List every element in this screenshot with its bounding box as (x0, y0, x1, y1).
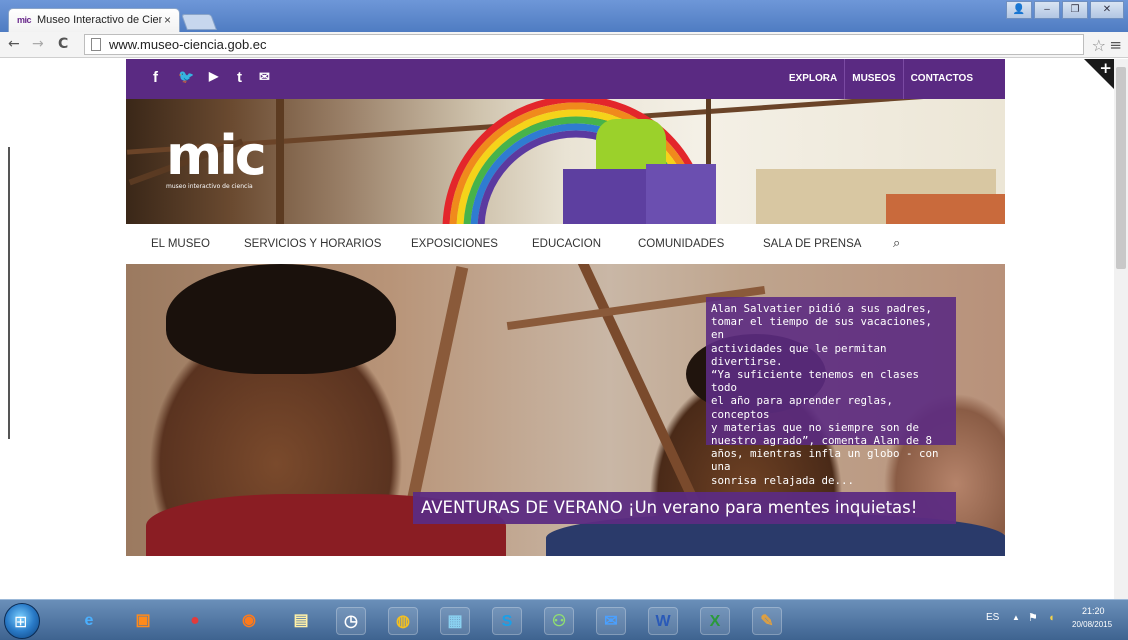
topnav-museos[interactable]: MUSEOS (844, 59, 902, 99)
paint-palette-icon[interactable]: ✎ (752, 607, 782, 635)
notepad-icon[interactable]: ▤ (286, 607, 316, 635)
firefox-icon[interactable]: ◉ (234, 607, 264, 635)
clock-date[interactable]: 20/08/2015 (1072, 620, 1112, 629)
clock-time[interactable]: 21:20 (1082, 606, 1105, 616)
reload-icon[interactable]: C (58, 36, 68, 52)
windows-taskbar: ⊞ e ▣ ● ◉ ▤ ◷ ◍ ▦ S ⚇ ✉ W X ✎ ES ▲ ⚑ ◖ 2… (0, 599, 1128, 640)
excel-icon[interactable]: X (700, 607, 730, 635)
topnav-explora[interactable]: EXPLORA (782, 59, 844, 99)
browser-menu-icon[interactable]: ≡ (1109, 36, 1122, 54)
new-tab-button[interactable] (181, 14, 217, 30)
quote-line: Alan Salvatier pidió a sus padres, (711, 302, 933, 315)
maximize-button[interactable]: ❐ (1062, 1, 1088, 19)
plus-icon[interactable]: + (1099, 59, 1112, 77)
sandbox-wall (886, 194, 1005, 224)
nav-exposiciones[interactable]: EXPOSICIONES (411, 238, 498, 250)
top-nav: EXPLORA MUSEOS CONTACTOS (782, 59, 1005, 99)
mail-icon[interactable]: ✉ (596, 607, 626, 635)
left-edge-line (8, 147, 10, 439)
quote-line: actividades que le permitan divertirse. (711, 341, 887, 368)
language-indicator[interactable]: ES (986, 612, 999, 623)
quote-line: y materias que no siempre son de (711, 420, 920, 434)
site-top-bar: f 🐦 ▶ t ✉ EXPLORA MUSEOS CONTACTOS (126, 59, 1005, 99)
minimize-button[interactable]: – (1034, 1, 1060, 19)
action-center-icon[interactable]: ⚑ (1028, 611, 1038, 624)
vertical-scrollbar[interactable] (1114, 59, 1128, 599)
user-profile-button[interactable]: 👤 (1006, 1, 1032, 19)
media-player-icon[interactable]: ▣ (128, 607, 158, 635)
site-favicon-icon: mic (17, 15, 32, 25)
internet-explorer-icon[interactable]: e (74, 607, 104, 635)
youtube-icon[interactable]: ▶ (209, 69, 218, 83)
quote-line: nuestro agrado”, comenta Alan de 8 (711, 434, 933, 448)
bookmark-star-icon[interactable]: ☆ (1092, 36, 1106, 55)
purple-panel (646, 164, 716, 224)
page-icon (91, 38, 101, 51)
system-tray: ES ▲ ⚑ ◖ 21:20 20/08/2015 (968, 600, 1128, 640)
url-text: www.museo-ciencia.gob.ec (109, 37, 267, 52)
start-button[interactable]: ⊞ (4, 603, 40, 639)
people-icon[interactable]: ⚇ (544, 607, 574, 635)
facebook-icon[interactable]: f (153, 69, 158, 86)
tray-expand-icon[interactable]: ▲ (1012, 613, 1020, 622)
paint-tool-icon[interactable]: ● (180, 607, 210, 635)
quote-line: “Ya suficiente tenemos en clases todo (711, 368, 920, 395)
file-explorer-icon[interactable]: ▦ (440, 607, 470, 635)
page-viewport: + f 🐦 ▶ t ✉ EXPLORA MUSEOS CONTACTOS mic… (0, 59, 1128, 599)
nav-el-museo[interactable]: EL MUSEO (151, 238, 210, 250)
quote-line: el año para aprender reglas, conceptos (711, 394, 894, 421)
skype-icon[interactable]: S (492, 607, 522, 635)
tab-close-icon[interactable]: × (164, 13, 171, 27)
email-icon[interactable]: ✉ (259, 69, 270, 85)
quote-line: sonrisa relajada de... (711, 473, 855, 487)
logo-text: mic (166, 124, 267, 187)
twitter-icon[interactable]: 🐦 (178, 69, 194, 85)
child-hair (166, 264, 396, 374)
nav-sala-de-prensa[interactable]: SALA DE PRENSA (763, 238, 861, 250)
topnav-contactos[interactable]: CONTACTOS (902, 59, 1005, 99)
logo-tagline: museo interactivo de ciencia (166, 183, 253, 190)
windows-logo-icon: ⊞ (14, 612, 28, 631)
search-icon[interactable]: ⌕ (893, 235, 900, 251)
hero-slide[interactable]: Alan Salvatier pidió a sus padres, tomar… (126, 264, 1005, 556)
nav-comunidades[interactable]: COMUNIDADES (638, 238, 724, 250)
chrome-icon[interactable]: ◍ (388, 607, 418, 635)
banner-post (276, 99, 284, 224)
clock-icon[interactable]: ◷ (336, 607, 366, 635)
back-arrow-icon[interactable]: ← (8, 36, 20, 52)
site-container: f 🐦 ▶ t ✉ EXPLORA MUSEOS CONTACTOS mic m… (126, 59, 1005, 556)
browser-toolbar: ← → C www.museo-ciencia.gob.ec ☆ ≡ (0, 32, 1128, 58)
tab-title: Museo Interactivo de Cien (37, 14, 162, 26)
browser-tab-strip: mic Museo Interactivo de Cien × 👤 – ❐ ✕ (0, 0, 1128, 32)
close-window-button[interactable]: ✕ (1090, 1, 1124, 19)
browser-tab[interactable]: mic Museo Interactivo de Cien × (8, 8, 180, 32)
tumblr-icon[interactable]: t (237, 69, 242, 86)
header-banner: mic museo interactivo de ciencia (126, 99, 1005, 224)
main-nav: EL MUSEO SERVICIOS Y HORARIOS EXPOSICION… (126, 224, 1005, 264)
volume-icon[interactable]: ◖ (1048, 612, 1055, 624)
forward-arrow-icon[interactable]: → (32, 36, 44, 52)
hero-quote-box: Alan Salvatier pidió a sus padres, tomar… (706, 297, 956, 487)
scrollbar-thumb[interactable] (1116, 67, 1126, 269)
hero-title[interactable]: AVENTURAS DE VERANO ¡Un verano para ment… (413, 492, 956, 524)
quote-line: tomar el tiempo de sus vacaciones, en (711, 315, 933, 342)
window-controls: 👤 – ❐ ✕ (1006, 1, 1124, 19)
nav-servicios[interactable]: SERVICIOS Y HORARIOS (244, 238, 381, 250)
word-icon[interactable]: W (648, 607, 678, 635)
nav-educacion[interactable]: EDUCACION (532, 238, 601, 250)
mic-logo[interactable]: mic museo interactivo de ciencia (166, 124, 267, 191)
quote-line: años, mientras infla un globo - con una (711, 447, 939, 474)
address-bar[interactable]: www.museo-ciencia.gob.ec (84, 34, 1084, 55)
